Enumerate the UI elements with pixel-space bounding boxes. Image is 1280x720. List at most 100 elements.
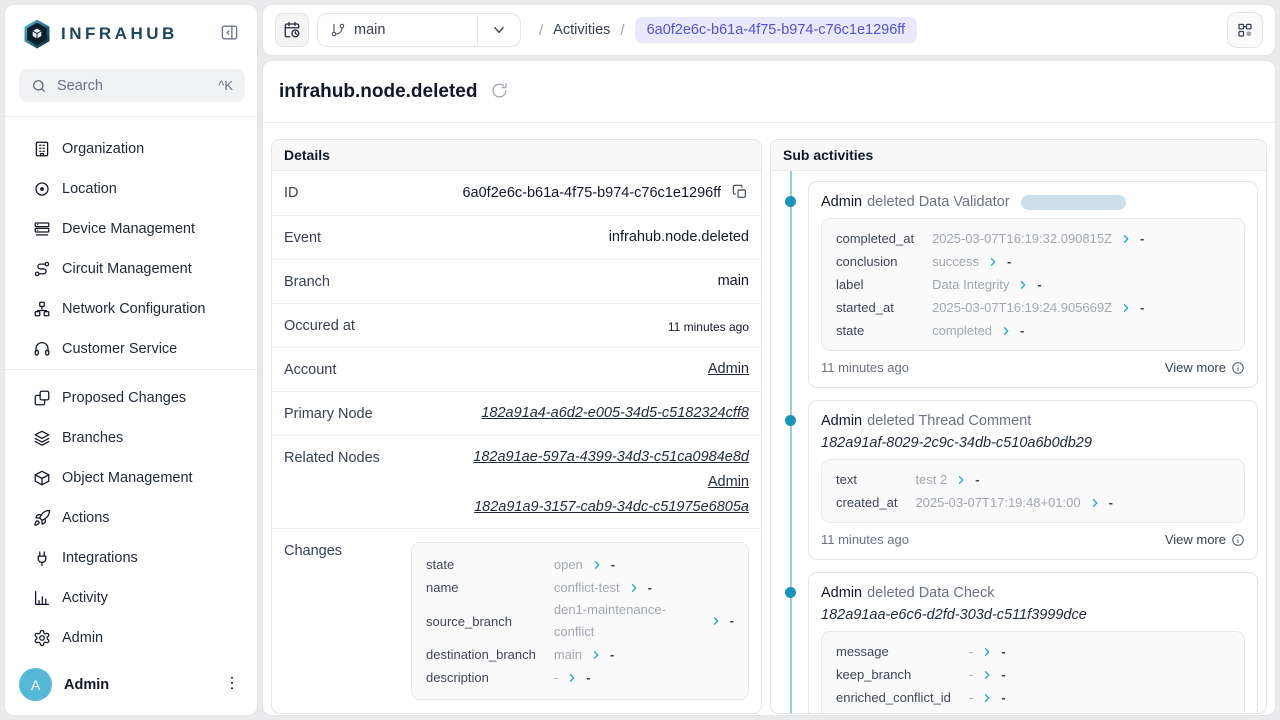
change-row: enriched_conflict_id - -	[836, 686, 1008, 709]
search-shortcut: ^K	[218, 78, 233, 93]
sidebar-collapse-button[interactable]	[217, 22, 241, 46]
actor-name: Admin	[821, 194, 862, 210]
sidebar-item-location[interactable]: Location	[5, 169, 257, 209]
detail-row-changes: Changes state open - name conflict-test …	[272, 529, 761, 713]
breadcrumb-activity-id[interactable]: 6a0f2e6c-b61a-4f75-b974-c76c1e1296ff	[635, 17, 918, 43]
changes-box: completed_at 2025-03-07T16:19:32.090815Z…	[821, 218, 1245, 351]
change-old-value: 2025-03-07T17:19:48+01:00	[915, 492, 1080, 514]
node-link[interactable]: 182a91a4-a6d2-e005-34d5-c5182324cff8	[481, 405, 749, 421]
node-link[interactable]: 182a91a9-3157-cab9-34dc-c51975e6805a	[474, 499, 749, 515]
change-new-value: -	[1001, 687, 1005, 709]
change-old-value: -	[969, 687, 973, 709]
search-input[interactable]: Search ^K	[19, 69, 245, 102]
sub-activities-timeline: Admin deleted Data Validator completed_a…	[771, 171, 1266, 714]
change-old-value: main	[554, 644, 582, 666]
sidebar-item-activity[interactable]: Activity	[5, 578, 257, 618]
change-new-value: -	[1007, 251, 1011, 273]
action-text: deleted Data Check	[867, 585, 994, 601]
node-link[interactable]: Admin	[708, 474, 749, 490]
change-key: started_at	[836, 300, 894, 315]
graph-view-button[interactable]	[1227, 12, 1263, 48]
sidebar-item-organization[interactable]: Organization	[5, 129, 257, 169]
breadcrumb-activities[interactable]: Activities	[553, 22, 610, 38]
change-old-value: den1-maintenance-conflict	[554, 599, 702, 643]
sidebar-item-admin[interactable]: Admin	[5, 618, 257, 658]
time-travel-button[interactable]	[275, 13, 309, 47]
branch-caret[interactable]	[477, 14, 520, 46]
sidebar-item-label: Organization	[62, 141, 144, 157]
card-timestamp: 11 minutes ago	[821, 532, 909, 547]
calendar-clock-icon	[283, 21, 301, 39]
sidebar-item-branches[interactable]: Branches	[5, 418, 257, 458]
sidebar-item-actions[interactable]: Actions	[5, 498, 257, 538]
detail-label: Related Nodes	[284, 449, 380, 466]
chevron-right-icon	[566, 672, 578, 684]
sidebar-item-proposed-changes[interactable]: Proposed Changes	[5, 378, 257, 418]
sidebar-item-label: Device Management	[62, 221, 195, 237]
change-new-value: -	[730, 610, 734, 632]
user-kebab-menu-button[interactable]	[221, 674, 243, 696]
view-more-button[interactable]: View more	[1165, 532, 1245, 547]
chevron-right-icon	[1000, 325, 1012, 337]
sidebar-item-label: Object Management	[62, 470, 193, 486]
route-icon	[33, 260, 51, 278]
change-old-value: Data Integrity	[932, 274, 1009, 296]
logo-row: INFRAHUB	[5, 5, 257, 63]
sub-activity-card: Admin deleted Data Validator completed_a…	[808, 181, 1258, 388]
change-row: description - -	[426, 666, 734, 689]
sidebar-item-integrations[interactable]: Integrations	[5, 538, 257, 578]
copy-id-button[interactable]	[731, 184, 749, 202]
change-key: state	[836, 323, 864, 338]
card-timestamp: 11 minutes ago	[821, 360, 909, 375]
node-link[interactable]: Admin	[708, 361, 749, 377]
change-key: name	[426, 580, 459, 595]
change-new-value: -	[586, 667, 590, 689]
detail-label: Primary Node	[284, 405, 373, 422]
view-more-button[interactable]: View more	[1165, 360, 1245, 375]
copy-icon	[732, 184, 748, 200]
info-icon	[1231, 533, 1245, 547]
detail-row-occured-at: Occured at 11 minutes ago	[272, 304, 761, 348]
change-new-value: -	[611, 554, 615, 576]
box-icon	[33, 469, 51, 487]
node-link[interactable]: 182a91ae-597a-4399-34d3-c51ca0984e8d	[473, 449, 749, 465]
action-text: deleted Data Validator	[867, 194, 1009, 210]
change-new-value: -	[1004, 710, 1008, 715]
chevron-right-icon	[590, 649, 602, 661]
refresh-icon	[491, 82, 508, 99]
branch-selector[interactable]: main	[317, 13, 521, 47]
detail-label: Event	[284, 229, 321, 246]
detail-row-id: ID 6a0f2e6c-b61a-4f75-b974-c76c1e1296ff	[272, 171, 761, 216]
sidebar-item-object-management[interactable]: Object Management	[5, 458, 257, 498]
graph-icon	[1236, 21, 1254, 39]
refresh-button[interactable]	[489, 82, 509, 102]
change-row: conflicts [] -	[836, 709, 1008, 714]
layers-icon	[33, 429, 51, 447]
sidebar-item-label: Branches	[62, 430, 123, 446]
change-row: state open -	[426, 553, 734, 576]
change-row: state completed -	[836, 319, 1144, 342]
change-old-value: conflict-test	[554, 577, 620, 599]
sub-activity-item: Admin deleted Thread Comment 182a91af-80…	[808, 400, 1258, 560]
sidebar-item-circuit-management[interactable]: Circuit Management	[5, 249, 257, 289]
page-title: infrahub.node.deleted	[279, 81, 477, 103]
sidebar-item-customer-service[interactable]: Customer Service	[5, 329, 257, 369]
sub-activity-title: Admin deleted Data Validator	[821, 194, 1245, 210]
server-icon	[33, 220, 51, 238]
search-placeholder: Search	[57, 78, 218, 94]
user-menu[interactable]: A Admin	[5, 658, 257, 715]
sidebar-item-network-configuration[interactable]: Network Configuration	[5, 289, 257, 329]
details-panel-header: Details	[272, 140, 761, 171]
change-key: text	[836, 472, 857, 487]
sub-activities-panel: Sub activities Admin deleted Data Valida…	[770, 139, 1267, 714]
sidebar-menu-secondary: Proposed Changes Branches Object Managem…	[5, 370, 257, 658]
diff-icon	[33, 389, 51, 407]
chevron-right-icon	[981, 692, 993, 704]
changes-box: text test 2 - created_at 2025-03-07T17:1…	[821, 459, 1245, 523]
sub-activity-card: Admin deleted Thread Comment 182a91af-80…	[808, 400, 1258, 560]
change-old-value: success	[932, 251, 979, 273]
change-new-value: -	[648, 577, 652, 599]
kebab-menu-icon	[223, 674, 241, 692]
chevron-right-icon	[987, 256, 999, 268]
sidebar-item-device-management[interactable]: Device Management	[5, 209, 257, 249]
